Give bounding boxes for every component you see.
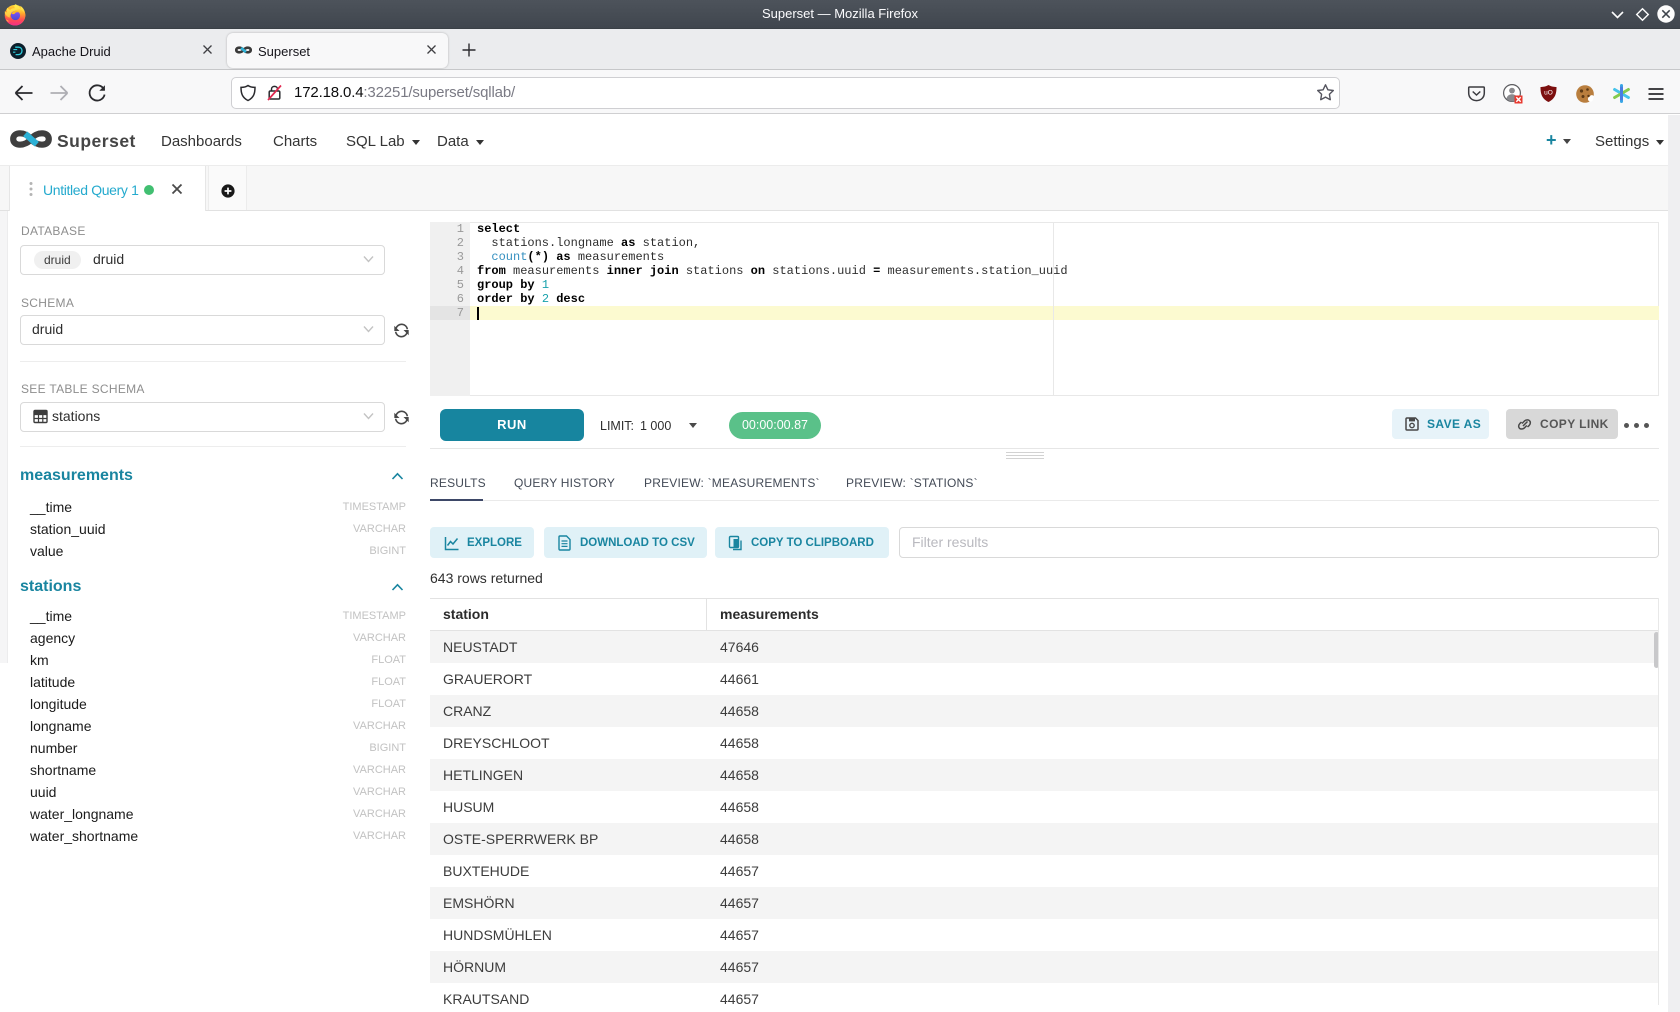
svg-text:uO: uO xyxy=(1544,90,1553,97)
